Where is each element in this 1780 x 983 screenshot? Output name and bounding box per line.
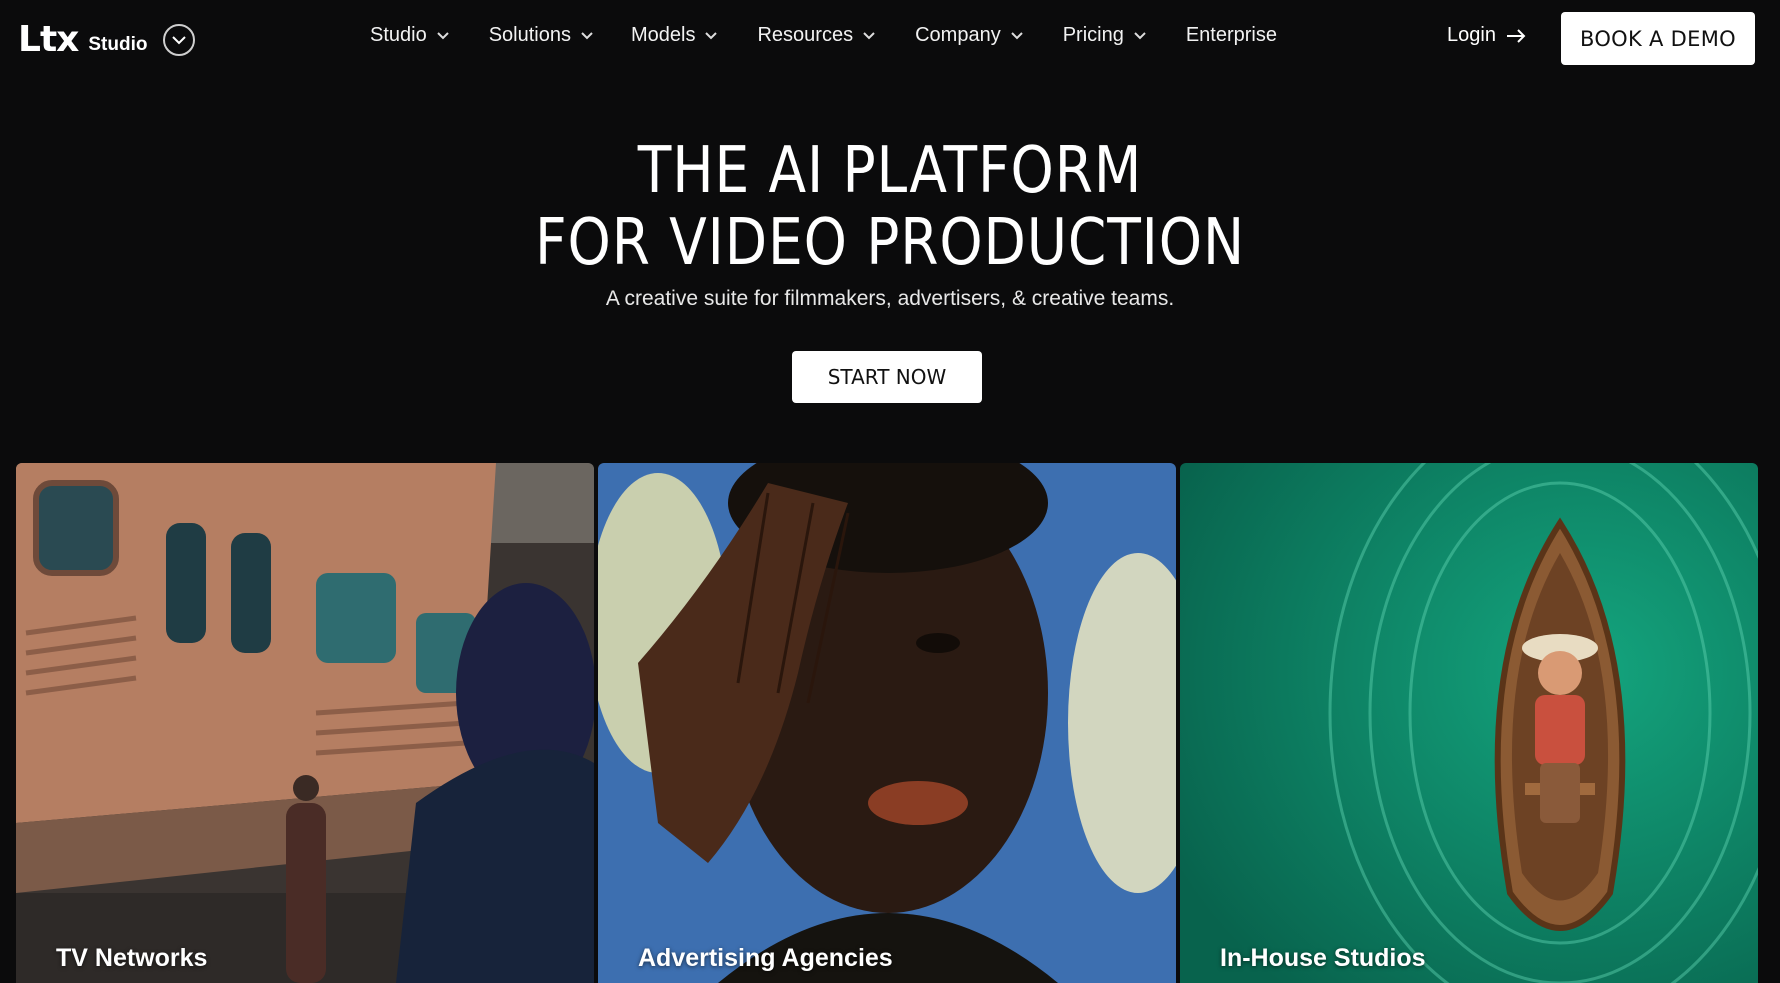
- hero-subtitle: A creative suite for filmmakers, adverti…: [605, 287, 1175, 310]
- chevron-down-icon: [705, 31, 718, 39]
- hero-title-line-2: FOR VIDEO PRODUCTION: [535, 206, 1245, 280]
- boat-image: [1180, 463, 1758, 983]
- ltx-logo[interactable]: Ltx: [18, 22, 79, 58]
- nav-item-label: Studio: [370, 24, 427, 46]
- brand-studio-label[interactable]: Studio: [88, 34, 147, 56]
- hero-title-line-1: THE AI PLATFORM: [637, 134, 1143, 208]
- nav-item-label: Company: [915, 24, 1001, 46]
- hero-title: THE AI PLATFORM FOR VIDEO PRODUCTION: [125, 135, 1656, 279]
- train-station-image: [16, 463, 594, 983]
- nav-item-label: Resources: [757, 24, 854, 46]
- chevron-down-icon: [1134, 31, 1146, 39]
- login-link[interactable]: Login: [1447, 24, 1526, 47]
- nav-item-studio[interactable]: Studio: [370, 24, 449, 47]
- nav-item-solutions[interactable]: Solutions: [489, 24, 593, 47]
- nav-item-label: Solutions: [488, 24, 571, 46]
- nav-item-models[interactable]: Models: [631, 24, 718, 47]
- card-in-house-studios[interactable]: In-House Studios: [1180, 463, 1758, 983]
- portrait-image: [598, 463, 1176, 983]
- nav-item-pricing[interactable]: Pricing: [1063, 24, 1146, 47]
- product-switcher-button[interactable]: [163, 24, 196, 56]
- nav-item-enterprise[interactable]: Enterprise: [1186, 24, 1277, 47]
- nav-item-resources[interactable]: Resources: [757, 24, 875, 47]
- book-demo-button[interactable]: BOOK A DEMO: [1561, 12, 1755, 65]
- card-tv-networks[interactable]: TV Networks: [16, 463, 594, 983]
- chevron-down-icon: [581, 31, 593, 39]
- card-label: In-House Studios: [1220, 944, 1426, 972]
- start-now-button[interactable]: START NOW: [792, 351, 982, 403]
- top-nav: Ltx Studio Studio Solutions Models Resou…: [0, 0, 1780, 78]
- card-label: Advertising Agencies: [638, 944, 893, 972]
- chevron-down-icon: [437, 31, 449, 39]
- nav-item-label: Enterprise: [1185, 24, 1277, 46]
- chevron-down-icon: [863, 31, 875, 39]
- nav-item-company[interactable]: Company: [915, 24, 1023, 47]
- card-advertising-agencies[interactable]: Advertising Agencies: [598, 463, 1176, 983]
- card-label: TV Networks: [56, 944, 208, 972]
- nav-item-label: Models: [631, 24, 696, 46]
- brand: Ltx Studio: [18, 22, 196, 58]
- chevron-down-icon: [172, 35, 187, 44]
- chevron-down-icon: [1010, 31, 1023, 39]
- main-menu: Studio Solutions Models Resources Compan…: [370, 24, 1277, 47]
- login-label: Login: [1447, 24, 1496, 46]
- nav-item-label: Pricing: [1062, 24, 1124, 46]
- arrow-right-icon: [1506, 28, 1526, 43]
